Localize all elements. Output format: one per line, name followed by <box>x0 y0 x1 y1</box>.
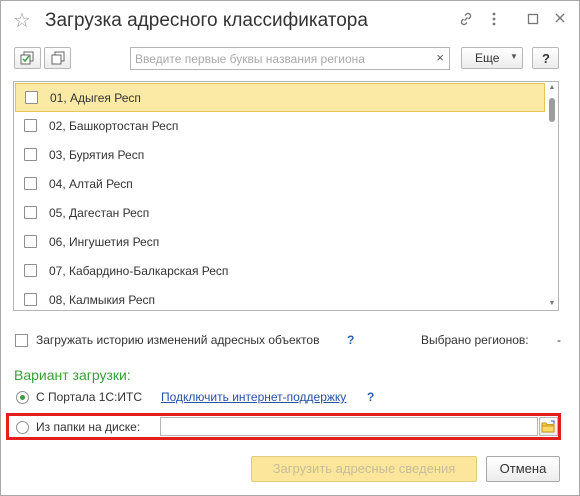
more-actions-label: Еще <box>475 51 500 65</box>
region-checkbox[interactable] <box>24 264 37 277</box>
list-item[interactable]: 02, Башкортостан Респ <box>15 112 545 141</box>
clear-search-icon[interactable]: × <box>436 50 444 65</box>
folder-radio[interactable] <box>16 421 29 434</box>
region-checkbox[interactable] <box>24 206 37 219</box>
selected-regions-value: - <box>557 333 561 347</box>
scroll-down-icon[interactable]: ▼ <box>548 300 556 308</box>
dropdown-arrow-icon: ▼ <box>510 52 518 61</box>
region-label: 06, Ингушетия Респ <box>49 235 160 249</box>
region-list[interactable]: 01, Адыгея Респ 02, Башкортостан Респ 03… <box>13 81 559 311</box>
folder-label: Из папки на диске: <box>36 420 141 434</box>
list-item[interactable]: 06, Ингушетия Респ <box>15 228 545 257</box>
region-label: 01, Адыгея Респ <box>50 91 141 105</box>
dialog-window: ☆ Загрузка адресного классификатора × Ещ… <box>0 0 580 496</box>
region-label: 03, Бурятия Респ <box>49 148 145 162</box>
load-address-data-button[interactable]: Загрузить адресные сведения <box>251 456 477 482</box>
maximize-icon[interactable] <box>524 11 542 31</box>
check-all-button[interactable] <box>14 47 41 69</box>
region-label: 07, Кабардино-Балкарская Респ <box>49 264 229 278</box>
check-all-icon <box>20 51 34 65</box>
choose-folder-button[interactable] <box>539 417 558 436</box>
list-item[interactable]: 08, Калмыкия Респ <box>15 286 545 310</box>
help-label: ? <box>542 51 550 66</box>
history-help-icon[interactable]: ? <box>347 333 354 347</box>
list-scrollbar[interactable]: ▲ ▼ <box>548 84 556 308</box>
more-vertical-icon[interactable] <box>485 10 503 34</box>
history-label: Загружать историю изменений адресных объ… <box>36 333 320 347</box>
region-checkbox[interactable] <box>24 119 37 132</box>
portal-label: С Портала 1С:ИТС <box>36 390 143 404</box>
scroll-thumb[interactable] <box>549 98 555 122</box>
region-checkbox[interactable] <box>25 91 38 104</box>
uncheck-all-button[interactable] <box>44 47 71 69</box>
list-item[interactable]: 01, Адыгея Респ <box>15 83 545 112</box>
link-icon[interactable] <box>457 11 475 33</box>
folder-path-field[interactable] <box>160 417 538 436</box>
uncheck-all-icon <box>51 51 65 65</box>
region-label: 04, Алтай Респ <box>49 177 133 191</box>
region-search-field[interactable]: × <box>130 47 450 70</box>
region-checkbox[interactable] <box>24 148 37 161</box>
region-checkbox[interactable] <box>24 293 37 306</box>
cancel-button[interactable]: Отмена <box>486 456 560 482</box>
portal-help-icon[interactable]: ? <box>367 390 374 404</box>
region-label: 02, Башкортостан Респ <box>49 119 179 133</box>
region-checkbox[interactable] <box>24 177 37 190</box>
scroll-up-icon[interactable]: ▲ <box>548 84 556 92</box>
selected-regions-label: Выбрано регионов: <box>421 333 529 347</box>
list-item[interactable]: 03, Бурятия Респ <box>15 141 545 170</box>
close-icon[interactable] <box>551 10 569 30</box>
variant-heading: Вариант загрузки: <box>14 367 131 383</box>
window-title: Загрузка адресного классификатора <box>45 10 368 31</box>
region-search-input[interactable] <box>135 50 425 67</box>
folder-icon <box>541 420 555 433</box>
connect-support-link[interactable]: Подключить интернет-поддержку <box>161 390 346 404</box>
history-checkbox[interactable] <box>15 334 28 347</box>
region-checkbox[interactable] <box>24 235 37 248</box>
list-item[interactable]: 05, Дагестан Респ <box>15 199 545 228</box>
list-item[interactable]: 04, Алтай Респ <box>15 170 545 199</box>
list-item[interactable]: 07, Кабардино-Балкарская Респ <box>15 257 545 286</box>
region-label: 08, Калмыкия Респ <box>49 293 155 307</box>
help-button[interactable]: ? <box>532 47 559 69</box>
more-actions-button[interactable]: Еще ▼ <box>461 47 523 69</box>
favorite-star-icon[interactable]: ☆ <box>13 9 31 33</box>
portal-radio[interactable] <box>16 391 29 404</box>
region-label: 05, Дагестан Респ <box>49 206 150 220</box>
